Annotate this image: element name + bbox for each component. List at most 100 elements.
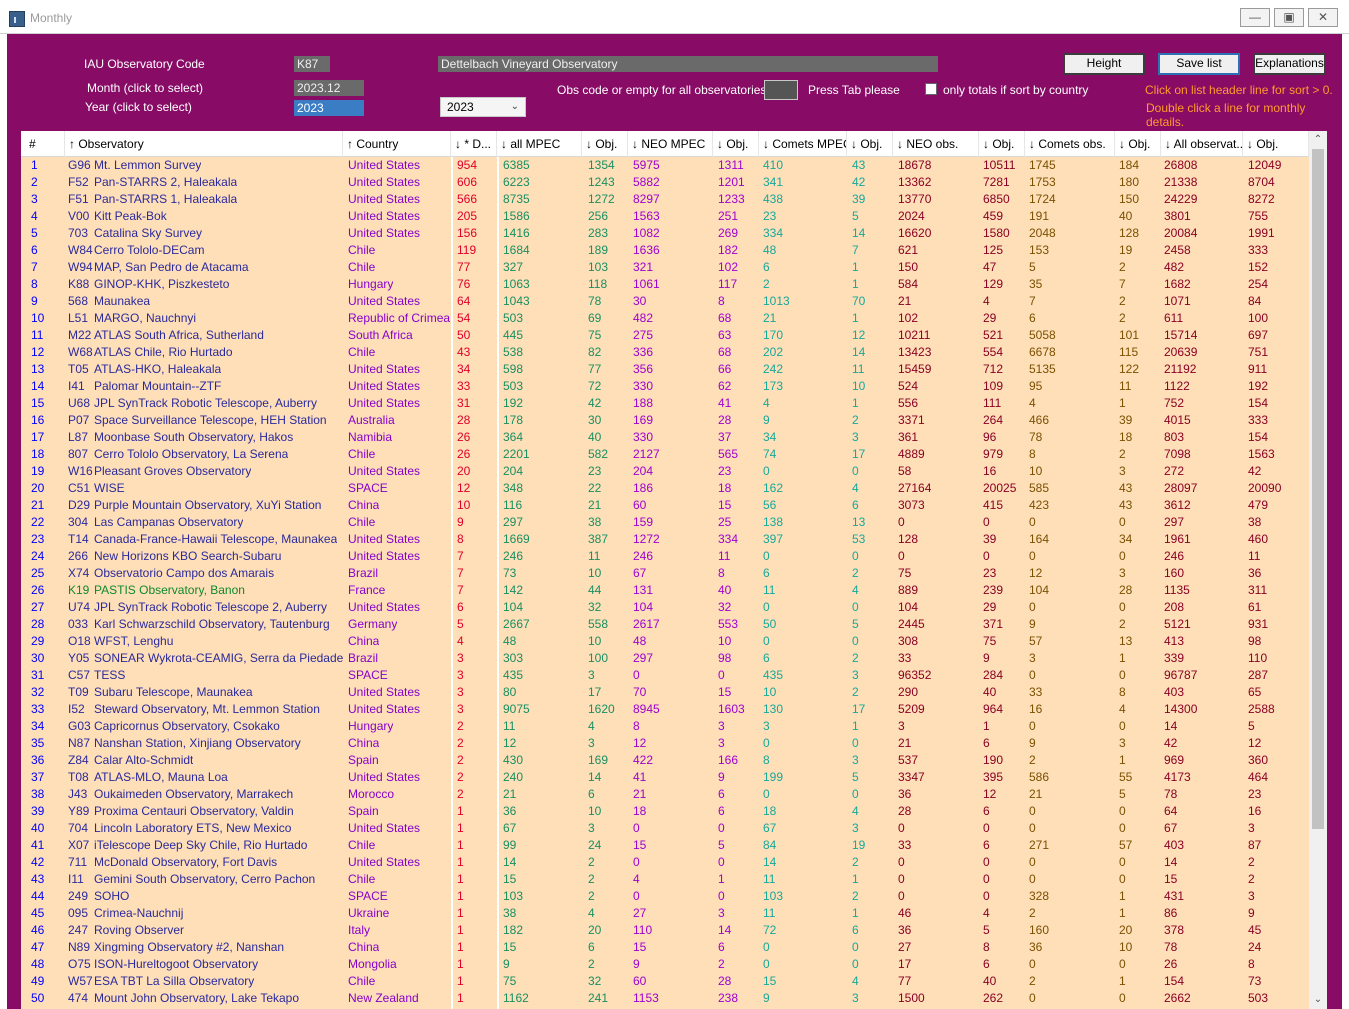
table-row[interactable]: 26 K19 PASTIS Observatory, Banon France 7 142…: [21, 582, 1309, 599]
column-header[interactable]: ↓ All observat...: [1161, 131, 1243, 157]
column-header[interactable]: ↑ Country: [343, 131, 451, 157]
only-totals-checkbox[interactable]: [925, 83, 937, 95]
obs-code: L87: [68, 430, 89, 444]
observatory-table[interactable]: # ↑ Observatory ↑ Country ↓ * D... ↓ all MPE…: [21, 131, 1327, 1009]
table-row[interactable]: 25 X74 Observatorio Campo dos Amarais Brazi…: [21, 565, 1309, 582]
obs-code-input[interactable]: [764, 80, 798, 100]
table-row[interactable]: 20 C51 WISE SPACE 12 348 22 186 18 162 4 27164 20025…: [21, 480, 1309, 497]
column-header[interactable]: ↓ Comets MPEC: [759, 131, 847, 157]
comets-obs: 5135: [1029, 362, 1056, 376]
table-row[interactable]: 49 W57 ESA TBT La Silla Observatory Chile 1 7…: [21, 973, 1309, 990]
table-row[interactable]: 38 J43 Oukaimeden Observatory, Marrakech Mo…: [21, 786, 1309, 803]
table-row[interactable]: 6 W84 Cerro Tololo-DECam Chile 119 1684 189 163…: [21, 242, 1309, 259]
column-header[interactable]: ↓ Obj.: [979, 131, 1025, 157]
maximize-button[interactable]: ▣: [1274, 8, 1304, 27]
height-button[interactable]: Height: [1063, 53, 1145, 75]
iau-code-field[interactable]: K87: [294, 56, 330, 72]
column-header[interactable]: ↓ Comets obs.: [1025, 131, 1115, 157]
month-label[interactable]: Month (click to select): [87, 81, 203, 95]
table-row[interactable]: 37 T08 ATLAS-MLO, Mauna Loa United States 2 2…: [21, 769, 1309, 786]
neo-mpec: 110: [633, 923, 653, 937]
table-row[interactable]: 43 I11 Gemini South Observatory, Cerro Pac…: [21, 871, 1309, 888]
all-obs-obj: 8272: [1248, 192, 1275, 206]
year-field[interactable]: 2023: [294, 100, 364, 116]
minimize-button[interactable]: —: [1240, 8, 1270, 27]
close-button[interactable]: ✕: [1308, 8, 1338, 27]
table-row[interactable]: 48 O75 ISON-Hureltogoot Observatory Mongoli…: [21, 956, 1309, 973]
table-row[interactable]: 33 I52 Steward Observatory, Mt. Lemmon Sta…: [21, 701, 1309, 718]
table-row[interactable]: 32 T09 Subaru Telescope, Maunakea United St…: [21, 684, 1309, 701]
table-row[interactable]: 19 W16 Pleasant Groves Observatory United S…: [21, 463, 1309, 480]
table-row[interactable]: 13 T05 ATLAS-HKO, Haleakala United States 34…: [21, 361, 1309, 378]
month-field[interactable]: 2023.12: [294, 80, 364, 96]
table-row[interactable]: 18 807 Cerro Tololo Observatory, La Serena…: [21, 446, 1309, 463]
table-row[interactable]: 16 P07 Space Surveillance Telescope, HEH S…: [21, 412, 1309, 429]
table-row[interactable]: 9 568 Maunakea United States 64 1043 78 30 8 1013…: [21, 293, 1309, 310]
neo-obs-obj: 395: [983, 770, 1004, 784]
table-row[interactable]: 41 X07 iTelescope Deep Sky Chile, Rio Hurt…: [21, 837, 1309, 854]
save-list-button[interactable]: Save list: [1158, 53, 1240, 75]
d-value: 54: [457, 311, 471, 325]
d-value: 3: [457, 668, 464, 682]
column-header[interactable]: #: [21, 131, 65, 157]
all-obs: 1135: [1164, 583, 1190, 597]
table-row[interactable]: 10 L51 MARGO, Nauchnyi Republic of Crimea 54…: [21, 310, 1309, 327]
table-row[interactable]: 23 T14 Canada-France-Hawaii Telescope, Mau…: [21, 531, 1309, 548]
scroll-thumb[interactable]: [1312, 149, 1324, 829]
table-row[interactable]: 45 095 Crimea-Nauchnij Ukraine 1 38 4 27 3 11 1 46 4…: [21, 905, 1309, 922]
table-row[interactable]: 17 L87 Moonbase South Observatory, Hakos Na…: [21, 429, 1309, 446]
row-number: 42: [31, 855, 45, 869]
table-row[interactable]: 3 F51 Pan-STARRS 1, Haleakala United States…: [21, 191, 1309, 208]
scroll-down-icon[interactable]: ⌄: [1309, 991, 1327, 1009]
table-row[interactable]: 22 304 Las Campanas Observatory Chile 9 297 38…: [21, 514, 1309, 531]
table-row[interactable]: 28 033 Karl Schwarzschild Observatory, Tau…: [21, 616, 1309, 633]
table-row[interactable]: 29 O18 WFST, Lenghu China 4 48 10 48 10 0 0 308 75 57…: [21, 633, 1309, 650]
table-row[interactable]: 30 Y05 SONEAR Wykrota-CEAMIG, Serra da Pie…: [21, 650, 1309, 667]
table-row[interactable]: 14 I41 Palomar Mountain--ZTF United States 3…: [21, 378, 1309, 395]
country: Chile: [348, 447, 376, 461]
all-obs-obj: 36: [1248, 566, 1262, 580]
table-row[interactable]: 36 Z84 Calar Alto-Schmidt Spain 2 430 169 422 16…: [21, 752, 1309, 769]
table-row[interactable]: 12 W68 ATLAS Chile, Rio Hurtado Chile 43 538 8…: [21, 344, 1309, 361]
table-row[interactable]: 34 G03 Capricornus Observatory, Csokako Hun…: [21, 718, 1309, 735]
table-row[interactable]: 42 711 McDonald Observatory, Fort Davis Uni…: [21, 854, 1309, 871]
column-header[interactable]: ↓ NEO obs.: [893, 131, 979, 157]
table-row[interactable]: 40 704 Lincoln Laboratory ETS, New Mexico U…: [21, 820, 1309, 837]
year-select[interactable]: 2023 ⌄: [440, 97, 526, 117]
table-row[interactable]: 24 266 New Horizons KBO Search-Subaru Unite…: [21, 548, 1309, 565]
column-header[interactable]: ↑ Observatory: [65, 131, 343, 157]
obs-code: 807: [68, 447, 89, 461]
year-label[interactable]: Year (click to select): [85, 100, 192, 114]
table-row[interactable]: 1 G96 Mt. Lemmon Survey United States 954 638…: [21, 157, 1309, 174]
explanations-button[interactable]: Explanations: [1253, 53, 1326, 75]
table-row[interactable]: 7 W94 MAP, San Pedro de Atacama Chile 77 327 1…: [21, 259, 1309, 276]
scroll-up-icon[interactable]: ⌃: [1309, 131, 1327, 149]
table-row[interactable]: 5 703 Catalina Sky Survey United States 156 1…: [21, 225, 1309, 242]
column-header[interactable]: ↓ Obj.: [847, 131, 893, 157]
column-header[interactable]: ↓ * D...: [451, 131, 497, 157]
table-row[interactable]: 35 N87 Nanshan Station, Xinjiang Observato…: [21, 735, 1309, 752]
table-row[interactable]: 4 V00 Kitt Peak-Bok United States 205 1586 256…: [21, 208, 1309, 225]
table-row[interactable]: 27 U74 JPL SynTrack Robotic Telescope 2, A…: [21, 599, 1309, 616]
column-header[interactable]: ↓ Obj.: [582, 131, 628, 157]
table-row[interactable]: 44 249 SOHO SPACE 1 103 2 0 0 103 2 0 0 328 1 431 3: [21, 888, 1309, 905]
column-header[interactable]: ↓ all MPEC: [497, 131, 582, 157]
table-row[interactable]: 31 C57 TESS SPACE 3 435 3 0 0 435 3 96352 284 0 0 96787…: [21, 667, 1309, 684]
column-header[interactable]: ↓ NEO MPEC: [628, 131, 713, 157]
comets-mpec-obj: 14: [852, 345, 866, 359]
column-header[interactable]: ↓ Obj.: [1243, 131, 1309, 157]
table-row[interactable]: 39 Y89 Proxima Centauri Observatory, Valdi…: [21, 803, 1309, 820]
column-header[interactable]: ↓ Obj.: [713, 131, 759, 157]
table-row[interactable]: 50 474 Mount John Observatory, Lake Tekapo…: [21, 990, 1309, 1007]
neo-mpec: 12: [633, 736, 647, 750]
table-row[interactable]: 11 M22 ATLAS South Africa, Sutherland South…: [21, 327, 1309, 344]
table-row[interactable]: 46 247 Roving Observer Italy 1 182 20 110 14 72 6 3…: [21, 922, 1309, 939]
table-row[interactable]: 21 D29 Purple Mountain Observatory, XuYi S…: [21, 497, 1309, 514]
table-row[interactable]: 2 F52 Pan-STARRS 2, Haleakala United States…: [21, 174, 1309, 191]
table-row[interactable]: 15 U68 JPL SynTrack Robotic Telescope, Aub…: [21, 395, 1309, 412]
table-row[interactable]: 47 N89 Xingming Observatory #2, Nanshan Chi…: [21, 939, 1309, 956]
vertical-scrollbar[interactable]: ⌃ ⌄: [1309, 131, 1327, 1009]
table-header[interactable]: # ↑ Observatory ↑ Country ↓ * D... ↓ all MPE…: [21, 131, 1309, 157]
column-header[interactable]: ↓ Obj.: [1115, 131, 1161, 157]
table-row[interactable]: 8 K88 GINOP-KHK, Piszkesteto Hungary 76 1063 1…: [21, 276, 1309, 293]
